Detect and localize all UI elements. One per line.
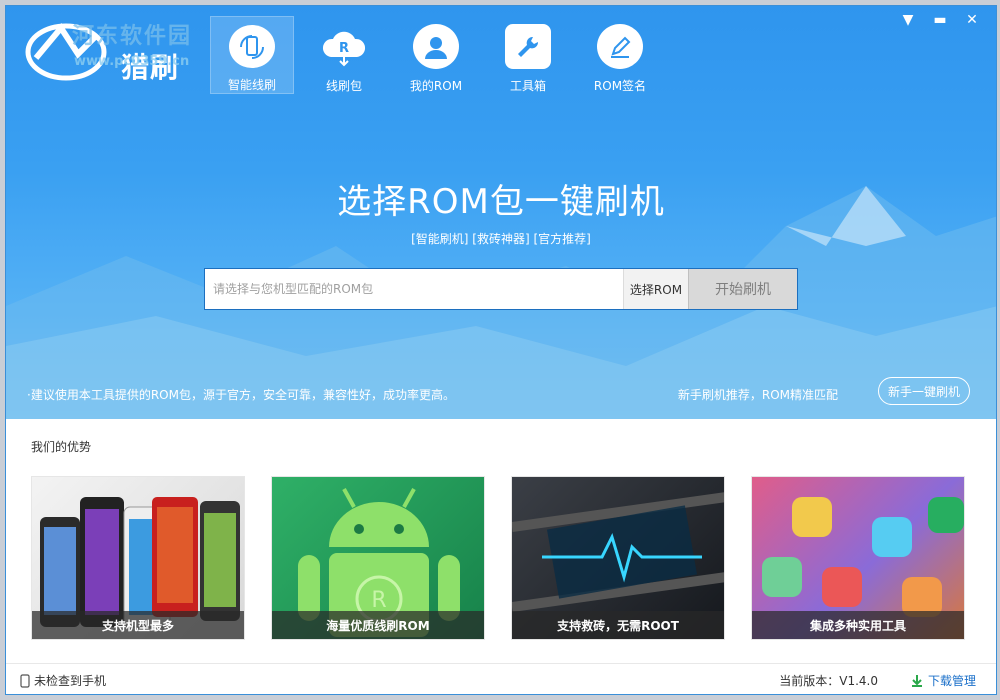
card-quality-rom[interactable]: R 海量优质线刷ROM	[271, 476, 485, 640]
app-logo: 猎刷 河东软件园 www.pc0359.cn	[16, 14, 216, 84]
svg-text:R: R	[339, 41, 349, 56]
nav-smart-flash[interactable]: 智能线刷	[210, 16, 294, 94]
select-rom-button[interactable]: 选择ROM	[623, 269, 688, 309]
phone-icon	[20, 673, 30, 688]
card-tools[interactable]: 集成多种实用工具	[751, 476, 965, 640]
cloud-rom-icon: R	[321, 24, 367, 69]
minimize-icon[interactable]: ▬	[924, 10, 956, 30]
phone-status-text: 未检查到手机	[34, 674, 107, 688]
nav-rom-sign[interactable]: ROM签名	[578, 16, 662, 94]
status-bar: 未检查到手机 当前版本：V1.4.0 下载管理	[6, 663, 996, 694]
nav-label: 工具箱	[509, 79, 546, 93]
watermark-title: 河东软件园	[72, 24, 193, 49]
nav-my-rom[interactable]: 我的ROM	[394, 16, 478, 94]
hero-title: 选择ROM包一键刷机	[337, 182, 665, 222]
card-caption: 集成多种实用工具	[752, 611, 964, 639]
advantages-title: 我们的优势	[31, 440, 92, 454]
nav-label: 线刷包	[325, 79, 362, 93]
card-caption: 海量优质线刷ROM	[272, 611, 484, 639]
watermark-url: www.pc0359.cn	[74, 54, 190, 69]
hero-banner: 猎刷 河东软件园 www.pc0359.cn 智能线刷 R 线刷包 我的ROM …	[6, 6, 996, 419]
close-icon[interactable]: ✕	[956, 10, 988, 30]
window-controls: ▼ ▬ ✕	[892, 10, 988, 30]
main-nav: 智能线刷 R 线刷包 我的ROM 工具箱 ROM签名	[210, 16, 670, 94]
hero-tip: ·建议使用本工具提供的ROM包，源于官方，安全可靠，兼容性好，成功率更高。	[27, 388, 455, 402]
rom-path-input[interactable]	[205, 269, 623, 309]
pen-icon	[597, 24, 643, 69]
svg-text:R: R	[371, 588, 386, 613]
nav-label: 我的ROM	[409, 79, 463, 93]
rom-search-bar: 选择ROM 开始刷机	[204, 268, 798, 310]
nav-label: ROM签名	[593, 79, 647, 93]
recommend-text: 新手刷机推荐，ROM精准匹配	[677, 388, 838, 402]
app-window: 猎刷 河东软件园 www.pc0359.cn 智能线刷 R 线刷包 我的ROM …	[5, 5, 997, 695]
download-icon	[911, 674, 922, 687]
advantages-cards: 支持机型最多 R 海量优质线刷ROM 支持救砖，无需ROOT 集成多种实用工具	[31, 476, 991, 640]
menu-dropdown-icon[interactable]: ▼	[892, 10, 924, 30]
phone-status: 未检查到手机	[20, 672, 106, 689]
hero-tags: [智能刷机] [救砖神器] [官方推荐]	[411, 232, 591, 246]
card-caption: 支持救砖，无需ROOT	[512, 611, 724, 639]
start-flash-button[interactable]: 开始刷机	[688, 269, 797, 309]
phone-refresh-icon	[229, 25, 275, 68]
download-manager-label: 下载管理	[927, 674, 976, 688]
download-manager-link[interactable]: 下载管理	[910, 672, 976, 689]
nav-toolbox[interactable]: 工具箱	[486, 16, 570, 94]
wrench-icon	[505, 24, 551, 69]
version-text: 当前版本：V1.4.0	[779, 674, 878, 688]
user-icon	[413, 24, 459, 69]
card-caption: 支持机型最多	[32, 611, 244, 639]
newbie-flash-button[interactable]: 新手一键刷机	[878, 377, 970, 405]
card-unbrick[interactable]: 支持救砖，无需ROOT	[511, 476, 725, 640]
nav-label: 智能线刷	[227, 78, 276, 92]
nav-rom-package[interactable]: R 线刷包	[302, 16, 386, 94]
card-supported-models[interactable]: 支持机型最多	[31, 476, 245, 640]
